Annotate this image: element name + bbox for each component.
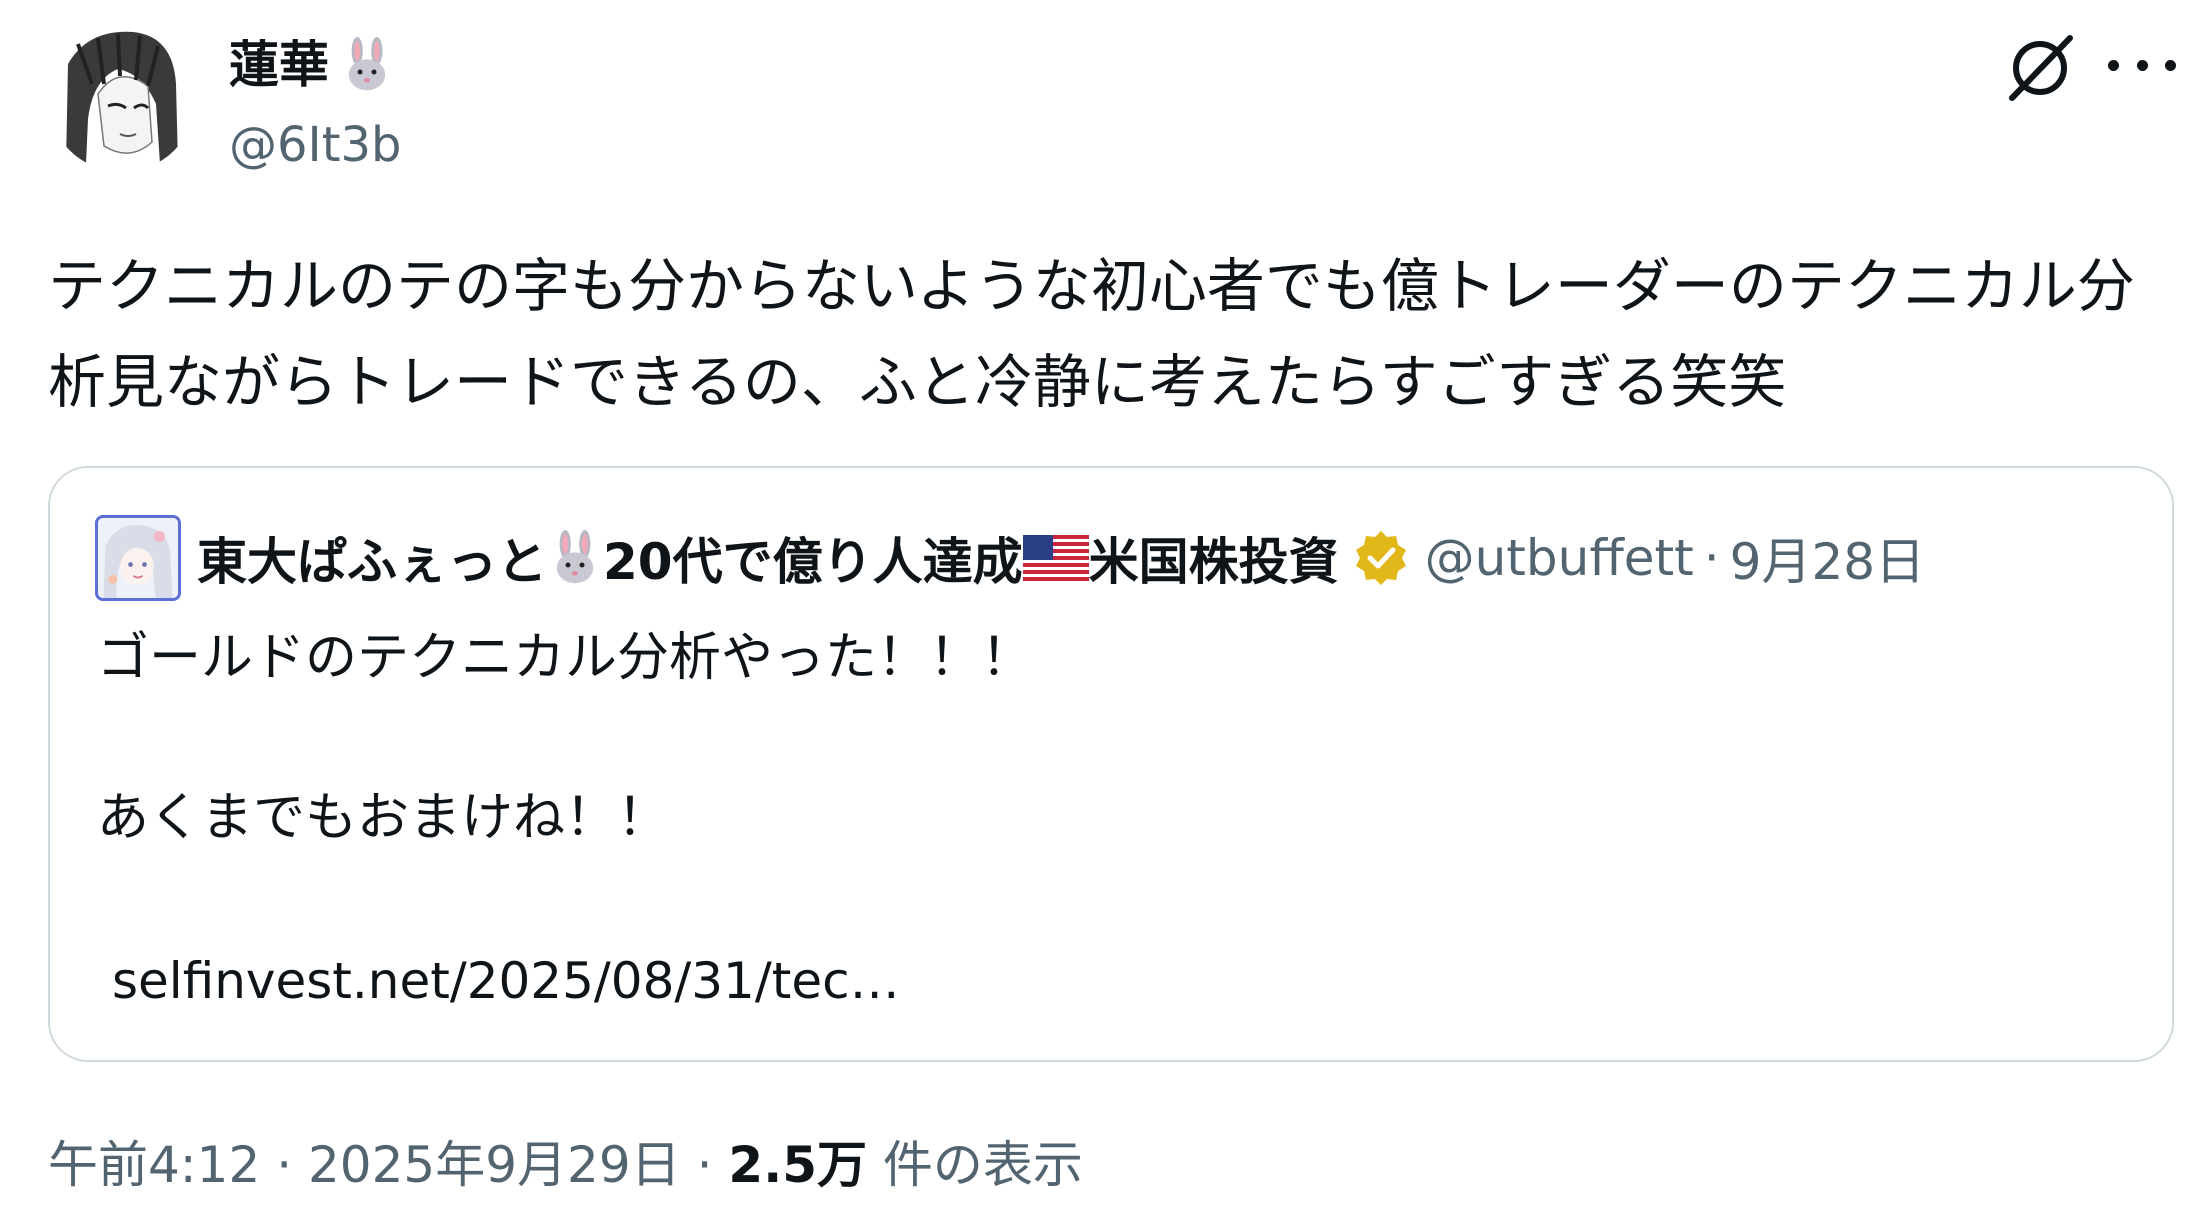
separator-dot: · — [276, 1136, 293, 1194]
us-flag-icon — [1022, 535, 1089, 581]
author-avatar[interactable] — [48, 24, 196, 172]
quoted-tweet-link[interactable]: selfinvest.net/2025/08/31/tec… — [112, 946, 900, 1016]
more-dot — [2165, 59, 2176, 71]
quoted-tweet-text: ゴールドのテクニカル分析やった！！！ あくまでもおまけね！！ — [97, 628, 1034, 848]
tweet-date[interactable]: 2025年9月29日 — [308, 1136, 681, 1194]
separator-dot: · — [1703, 529, 1720, 587]
quoted-author-name-part2[interactable]: 20代で億り人達成 — [603, 522, 1023, 594]
quoted-author-avatar[interactable] — [95, 515, 181, 601]
tweet-time[interactable]: 午前4:12 — [48, 1136, 260, 1194]
author-name-text: 蓮華 — [229, 36, 329, 94]
tweet-text: テクニカルのテの字も分からないような初心者でも億トレーダーのテクニカル分析見なが… — [48, 252, 2135, 416]
tweet-meta: 午前4:12 · 2025年9月29日 · 2.5万 件の表示 — [48, 1130, 1083, 1200]
more-options-icon[interactable] — [2108, 40, 2176, 90]
rabbit-emoji-icon — [348, 37, 386, 91]
author-handle[interactable]: @6It3b — [229, 112, 402, 178]
more-dot — [2108, 59, 2119, 71]
quoted-tweet-header: 東大ぱふぇっと 20代で億り人達成 米国株投資 @utbuffett · 9月2… — [95, 512, 1925, 604]
rabbit-emoji-icon — [556, 530, 594, 584]
quoted-tweet-card[interactable]: 東大ぱふぇっと 20代で億り人達成 米国株投資 @utbuffett · 9月2… — [48, 466, 2174, 1062]
avatar-illustration — [48, 24, 196, 172]
views-label: 件の表示 — [882, 1136, 1083, 1194]
verified-badge-icon[interactable] — [1351, 528, 1411, 588]
quoted-tweet-date[interactable]: 9月28日 — [1730, 522, 1925, 594]
separator-dot: · — [696, 1136, 713, 1194]
views-count[interactable]: 2.5万 — [728, 1136, 867, 1194]
quoted-author-handle[interactable]: @utbuffett — [1425, 529, 1694, 587]
author-display-name[interactable]: 蓮華 — [229, 32, 395, 98]
quoted-avatar-illustration — [98, 518, 178, 598]
quoted-author-name-part1[interactable]: 東大ぱふぇっと — [197, 522, 547, 594]
quoted-author-name-part3[interactable]: 米国株投資 — [1089, 522, 1339, 594]
grok-icon[interactable] — [2000, 28, 2080, 108]
more-dot — [2136, 59, 2148, 71]
